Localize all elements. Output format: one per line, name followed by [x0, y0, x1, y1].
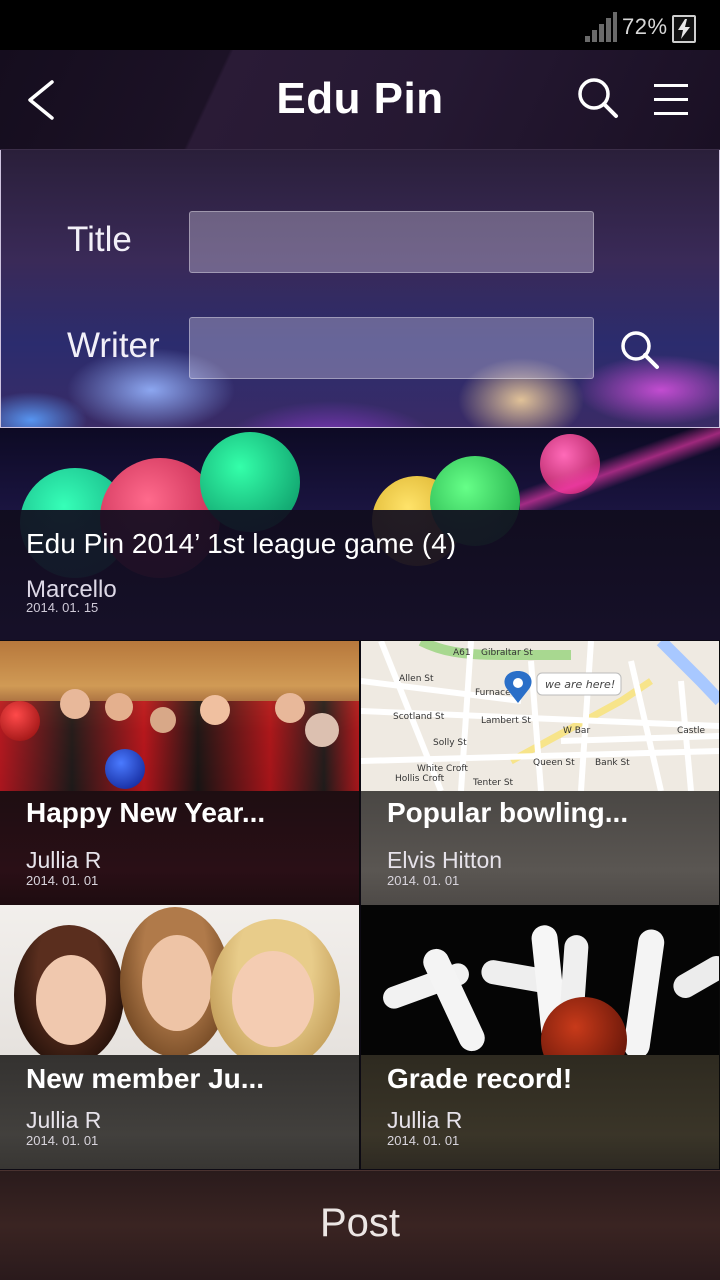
featured-title[interactable]: Edu Pin 2014’ 1st league game (4) [26, 528, 456, 560]
card-date: 2014. 01. 01 [26, 873, 99, 888]
card-date: 2014. 01. 01 [387, 873, 460, 888]
card-writer: Jullia R [387, 1107, 463, 1133]
card-title: New member Ju... [26, 1063, 265, 1094]
battery-percent: 72% [622, 14, 668, 39]
map-street-label: W Bar [563, 726, 590, 736]
card-title: Grade record! [387, 1063, 573, 1094]
map-street-label: Furnace [475, 688, 511, 698]
featured-date: 2014. 01. 15 [26, 600, 99, 615]
map-street-label: A61 [453, 648, 471, 658]
map-image: A61 Gibraltar St Allen St Furnace Scotla… [361, 641, 719, 791]
battery-charging-icon [672, 15, 696, 43]
map-street-label: Castle [677, 726, 706, 736]
map-street-label: Hollis Croft [395, 774, 445, 784]
post-card[interactable]: A61 Gibraltar St Allen St Furnace Scotla… [361, 641, 720, 905]
map-pin-label: we are here! [545, 678, 615, 691]
card-date: 2014. 01. 01 [387, 1133, 460, 1148]
post-button-label: Post [319, 1201, 401, 1245]
card-date: 2014. 01. 01 [26, 1133, 99, 1148]
card-writer: Jullia R [26, 1107, 102, 1133]
bowling-balls-image [0, 428, 720, 578]
map-street-label: Lambert St [481, 716, 531, 726]
card-writer: Elvis Hitton [387, 847, 503, 873]
title-input[interactable] [189, 211, 594, 273]
members-photo [0, 905, 359, 1055]
writer-input[interactable] [189, 317, 594, 379]
post-button[interactable]: Post [0, 1170, 720, 1280]
hamburger-menu-icon[interactable] [652, 80, 692, 120]
card-title: Happy New Year... [26, 797, 266, 828]
map-street-label: Gibraltar St [481, 648, 533, 658]
post-card[interactable]: Grade record! Jullia R 2014. 01. 01 [361, 905, 720, 1169]
map-street-label: Bank St [595, 758, 630, 768]
map-street-label: Scotland St [393, 712, 445, 722]
party-photo [0, 641, 359, 791]
map-street-label: Tenter St [472, 778, 514, 788]
status-bar: 72% [0, 0, 720, 50]
card-writer: Jullia R [26, 847, 102, 873]
search-submit-icon[interactable] [618, 328, 662, 372]
map-street-label: Queen St [533, 758, 575, 768]
search-panel [0, 150, 720, 428]
map-street-label: White Croft [417, 764, 468, 774]
map-street-label: Solly St [433, 738, 467, 748]
post-card[interactable]: New member Ju... Jullia R 2014. 01. 01 [0, 905, 360, 1169]
app-header: Edu Pin [0, 50, 720, 150]
bowling-pins-photo [361, 905, 719, 1055]
post-card[interactable]: Happy New Year... Jullia R 2014. 01. 01 [0, 641, 360, 905]
map-graphic: A61 Gibraltar St Allen St Furnace Scotla… [361, 641, 719, 791]
search-icon[interactable] [576, 76, 620, 120]
signal-icon [585, 12, 617, 42]
writer-label: Writer [67, 326, 160, 365]
map-street-label: Allen St [399, 674, 434, 684]
title-label: Title [67, 220, 132, 259]
card-title: Popular bowling... [387, 797, 629, 828]
